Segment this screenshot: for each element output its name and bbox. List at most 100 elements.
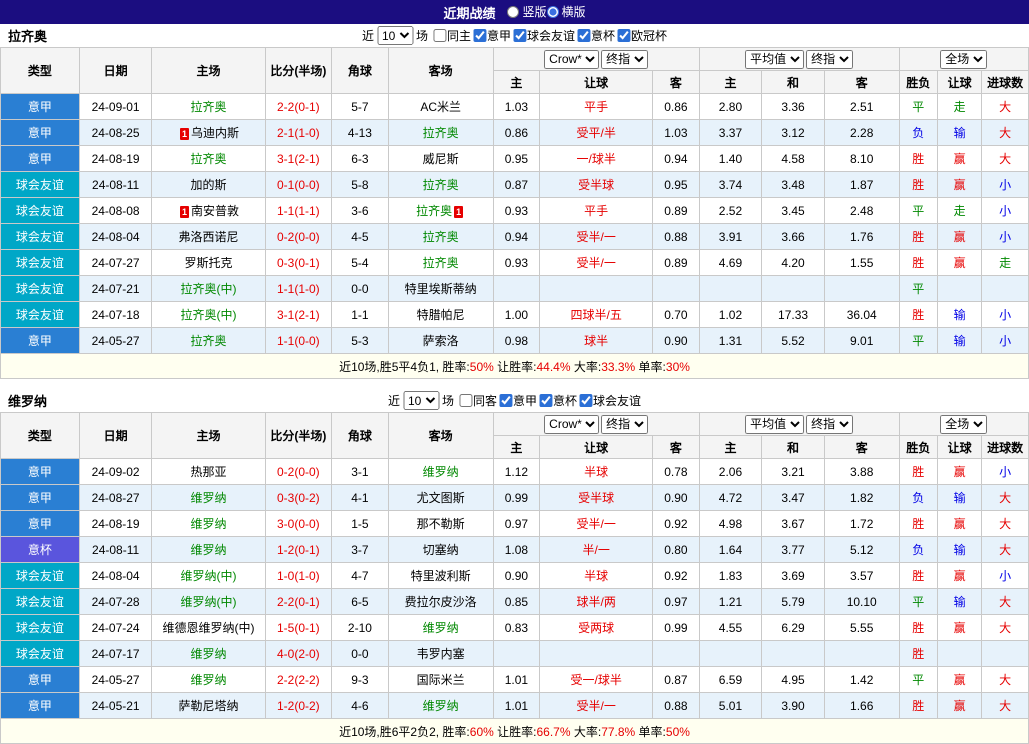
team-link[interactable]: 拉齐奥(中)	[180, 308, 236, 322]
team-link[interactable]: 拉齐奥(中)	[180, 282, 236, 296]
team-link[interactable]: 萨勒尼塔纳	[178, 699, 238, 713]
team-link[interactable]: 维罗纳	[190, 517, 226, 531]
avg-home: 2.52	[698, 197, 763, 224]
match-date: 24-07-24	[78, 614, 153, 641]
score-halftime[interactable]: 2-2(0-1)	[264, 93, 333, 120]
filter-checkbox[interactable]: 同客	[458, 392, 497, 409]
team-link[interactable]: 国际米兰	[417, 673, 465, 687]
team-link[interactable]: 特腊帕尼	[417, 308, 465, 322]
score-halftime[interactable]: 1-0(1-0)	[264, 562, 333, 589]
team-link[interactable]: 拉齐奥	[190, 334, 226, 348]
team-link[interactable]: 拉齐奥	[423, 256, 459, 270]
score-halftime[interactable]: 2-1(1-0)	[264, 119, 333, 146]
team-link[interactable]: 维罗纳	[190, 491, 226, 505]
odds-time-select[interactable]: 终指	[601, 49, 649, 69]
team-link[interactable]: 拉齐奥	[190, 152, 226, 166]
summary-row-container: 近10场,胜6平2负2, 胜率:60% 让胜率:66.7% 大率:77.8% 单…	[0, 718, 1029, 744]
score-halftime[interactable]: 1-5(0-1)	[264, 614, 333, 641]
filter-checkbox[interactable]: 意甲	[472, 27, 511, 44]
score-halftime[interactable]: 1-1(1-1)	[264, 197, 333, 224]
bookmaker-select[interactable]: Crow*	[544, 414, 600, 434]
score-halftime[interactable]: 4-0(2-0)	[264, 640, 333, 667]
score-halftime[interactable]: 0-3(0-2)	[264, 484, 333, 511]
team-link[interactable]: 热那亚	[190, 465, 226, 479]
score-halftime[interactable]: 0-2(0-0)	[264, 458, 333, 485]
team-link[interactable]: 维罗纳	[190, 673, 226, 687]
team-link[interactable]: 南安普敦	[191, 204, 239, 218]
team-link[interactable]: 特里波利斯	[411, 569, 471, 583]
match-row: 意甲 24-09-02 热那亚 0-2(0-0) 3-1 维罗纳 1.12 半球 0.78 2.0…	[0, 458, 1029, 485]
bookmaker-select[interactable]: Crow*	[544, 49, 600, 69]
match-count-select[interactable]: 10	[402, 391, 439, 410]
score-halftime[interactable]: 1-1(1-0)	[264, 275, 333, 302]
avg-select[interactable]: 平均值	[745, 49, 805, 69]
team-link[interactable]: 威尼斯	[423, 152, 459, 166]
team-link[interactable]: 维罗纳	[423, 699, 459, 713]
team-link[interactable]: 乌迪内斯	[191, 126, 239, 140]
score-halftime[interactable]: 2-2(0-1)	[264, 588, 333, 615]
score-halftime[interactable]: 1-2(0-1)	[264, 536, 333, 563]
score-halftime[interactable]: 3-1(2-1)	[264, 145, 333, 172]
filter-checkbox-input[interactable]	[458, 393, 472, 407]
match-count-select[interactable]: 10	[376, 26, 413, 45]
team-link[interactable]: 维德恩维罗纳(中)	[162, 621, 254, 635]
team-link[interactable]: 尤文图斯	[417, 491, 465, 505]
filter-checkbox[interactable]: 意杯	[577, 27, 615, 44]
filter-checkbox-input[interactable]	[472, 28, 486, 42]
home-team-cell: 拉齐奥	[151, 93, 266, 120]
score-halftime[interactable]: 1-2(0-2)	[264, 692, 333, 719]
filter-checkbox[interactable]: 同主	[432, 27, 471, 44]
scope-select[interactable]: 全场	[940, 49, 988, 69]
team-link[interactable]: AC米兰	[420, 100, 461, 114]
scope-select[interactable]: 全场	[940, 414, 988, 434]
filter-checkbox-input[interactable]	[579, 393, 593, 407]
team-link[interactable]: 拉齐奥	[423, 178, 459, 192]
odds-time-select[interactable]: 终指	[601, 414, 649, 434]
score-halftime[interactable]: 0-1(0-0)	[264, 171, 333, 198]
score-halftime[interactable]: 0-3(0-1)	[264, 249, 333, 276]
filter-checkbox-input[interactable]	[539, 393, 553, 407]
filter-checkbox-input[interactable]	[513, 28, 527, 42]
team-link[interactable]: 维罗纳	[190, 647, 226, 661]
team-link[interactable]: 维罗纳(中)	[180, 595, 236, 609]
avg-select[interactable]: 平均值	[745, 414, 805, 434]
score-halftime[interactable]: 0-2(0-0)	[264, 223, 333, 250]
team-link[interactable]: 拉齐奥	[416, 204, 452, 218]
filter-checkbox[interactable]: 欧冠杯	[617, 27, 667, 44]
filter-checkbox-input[interactable]	[499, 393, 512, 407]
team-link[interactable]: 弗洛西诺尼	[178, 230, 238, 244]
layout-radio-input[interactable]	[507, 5, 520, 18]
team-link[interactable]: 韦罗内塞	[417, 647, 465, 661]
score-halftime[interactable]: 1-1(0-0)	[264, 327, 333, 354]
filter-checkbox-input[interactable]	[577, 28, 591, 42]
team-link[interactable]: 切塞纳	[423, 543, 459, 557]
filter-checkbox-input[interactable]	[617, 28, 631, 42]
team-link[interactable]: 特里埃斯蒂纳	[405, 282, 477, 296]
corners: 1-1	[331, 301, 389, 328]
layout-radio[interactable]: 竖版	[507, 3, 547, 20]
team-link[interactable]: 罗斯托克	[184, 256, 232, 270]
avg-time-select[interactable]: 终指	[806, 49, 854, 69]
team-link[interactable]: 拉齐奥	[423, 126, 459, 140]
team-link[interactable]: 拉齐奥	[423, 230, 459, 244]
avg-time-select[interactable]: 终指	[806, 414, 854, 434]
score-halftime[interactable]: 3-1(2-1)	[264, 301, 333, 328]
layout-radio[interactable]: 横版	[546, 3, 586, 20]
score-halftime[interactable]: 2-2(2-2)	[264, 666, 333, 693]
team-link[interactable]: 维罗纳	[423, 621, 459, 635]
team-link[interactable]: 萨索洛	[423, 334, 459, 348]
layout-radio-input[interactable]	[546, 5, 559, 18]
filter-checkbox[interactable]: 意杯	[539, 392, 577, 409]
filter-checkbox[interactable]: 意甲	[499, 392, 537, 409]
team-link[interactable]: 维罗纳(中)	[180, 569, 236, 583]
filter-checkbox[interactable]: 球会友谊	[513, 27, 575, 44]
team-link[interactable]: 拉齐奥	[190, 100, 226, 114]
team-link[interactable]: 加的斯	[190, 178, 226, 192]
team-link[interactable]: 费拉尔皮沙洛	[405, 595, 477, 609]
team-link[interactable]: 维罗纳	[423, 465, 459, 479]
filter-checkbox[interactable]: 球会友谊	[579, 392, 641, 409]
team-link[interactable]: 维罗纳	[190, 543, 226, 557]
score-halftime[interactable]: 3-0(0-0)	[264, 510, 333, 537]
filter-checkbox-input[interactable]	[432, 28, 446, 42]
team-link[interactable]: 那不勒斯	[417, 517, 465, 531]
